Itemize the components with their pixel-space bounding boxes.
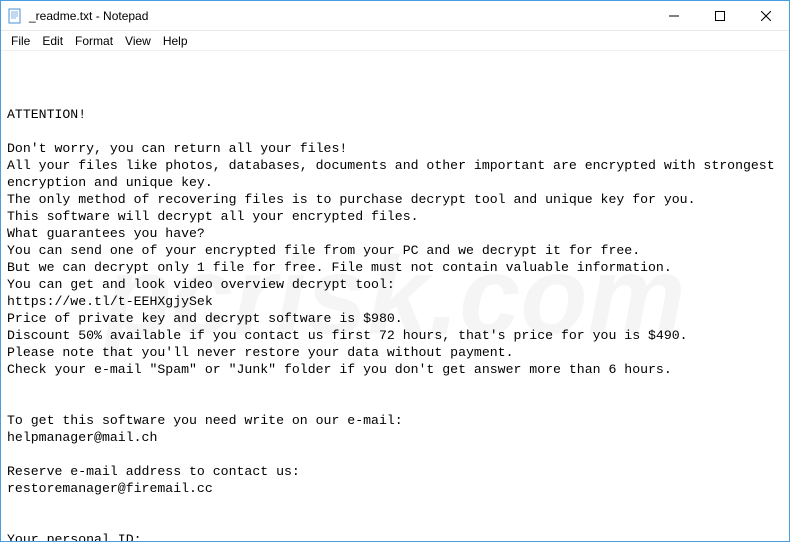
menu-view[interactable]: View [119, 32, 157, 50]
notepad-icon [7, 8, 23, 24]
menu-format[interactable]: Format [69, 32, 119, 50]
close-button[interactable] [743, 1, 789, 30]
text-area[interactable]: pcrisk.com ATTENTION! Don't worry, you c… [1, 51, 789, 541]
menu-edit[interactable]: Edit [36, 32, 69, 50]
menubar: File Edit Format View Help [1, 31, 789, 51]
titlebar: _readme.txt - Notepad [1, 1, 789, 31]
menu-help[interactable]: Help [157, 32, 194, 50]
minimize-button[interactable] [651, 1, 697, 30]
document-text: ATTENTION! Don't worry, you can return a… [7, 106, 783, 541]
window-controls [651, 1, 789, 30]
window-title: _readme.txt - Notepad [29, 9, 651, 23]
maximize-button[interactable] [697, 1, 743, 30]
menu-file[interactable]: File [5, 32, 36, 50]
